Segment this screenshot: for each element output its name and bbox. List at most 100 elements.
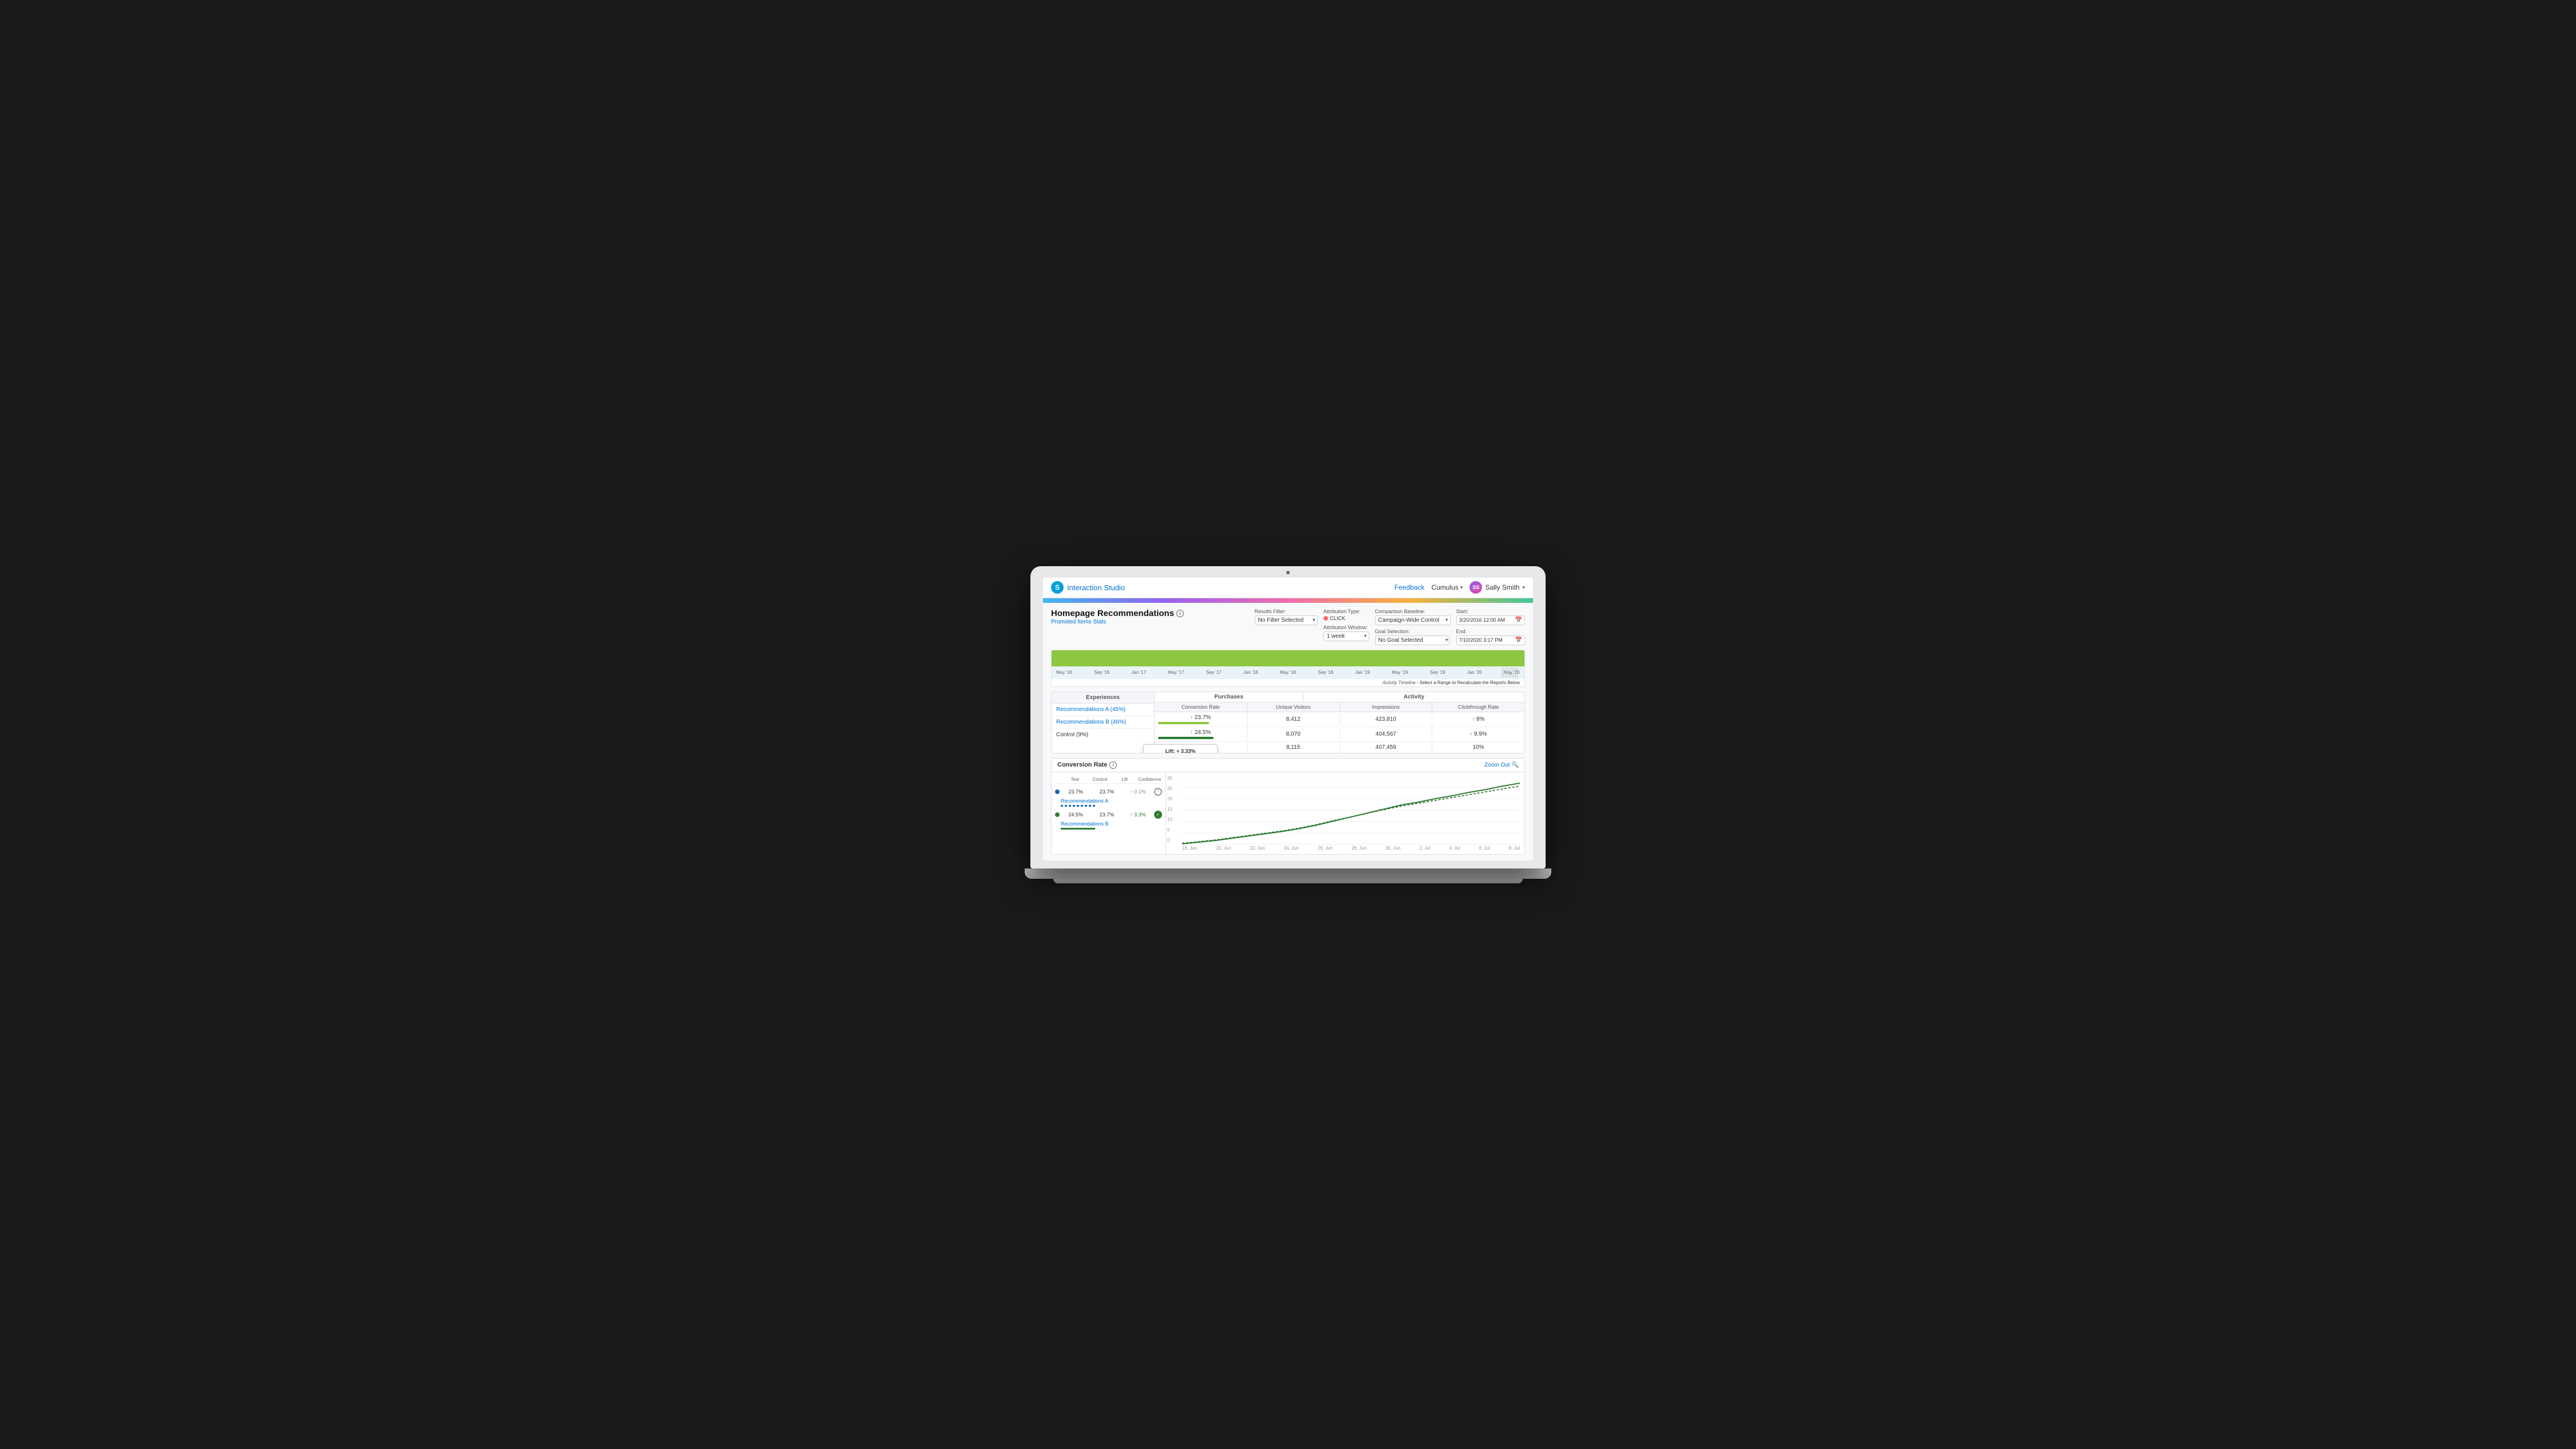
goal-selection-select-wrapper: No Goal Selected (1375, 635, 1451, 645)
chart-svg-element (1182, 776, 1520, 844)
conv-a-conf: ? (1154, 788, 1162, 796)
user-name: Sally Smith (1485, 583, 1519, 591)
page-info-icon[interactable]: i (1176, 610, 1184, 617)
attribution-window-label: Attribution Window: (1323, 625, 1369, 630)
exp-row-ctrl-name: Control (9%) (1052, 729, 1154, 741)
page-subtitle[interactable]: Promoted Items Stats (1051, 619, 1184, 625)
exp-a-impressions: 423,810 (1340, 714, 1433, 725)
exp-row-b-name[interactable]: Recommendations B (46%) (1052, 716, 1154, 729)
cumulus-label: Cumulus (1432, 583, 1459, 591)
cumulus-dropdown[interactable]: Cumulus ▾ (1432, 583, 1463, 591)
conv-body: Test Control Lift Confidence 23.7% (1052, 772, 1524, 854)
end-label: End: (1456, 629, 1525, 634)
app: S Interaction Studio Feedback Cumulus ▾ … (1043, 578, 1533, 860)
laptop-base-bottom (1053, 879, 1523, 883)
results-filter-label: Results Filter: (1255, 609, 1318, 614)
conv-th-conf: Confidence (1137, 777, 1162, 782)
timeline-axis[interactable]: May '16 Sep '16 Jan '17 May '17 Sep '17 … (1052, 666, 1524, 679)
exp-b-ctr: ↑ 9.9% (1432, 729, 1524, 740)
results-filter-select[interactable]: No Filter Selected (1255, 615, 1318, 625)
sub-header-visitors: Unique Visitors (1247, 702, 1340, 712)
conv-th-test: Test (1062, 777, 1087, 782)
laptop-screen: S Interaction Studio Feedback Cumulus ▾ … (1043, 578, 1533, 860)
conv-b-test: 24.5% (1061, 812, 1091, 818)
exp-ctrl-visitors: 8,115 (1247, 742, 1340, 753)
exp-row-a: ↑ 23.7% 8,412 423,810 ↑ 8% (1155, 712, 1524, 727)
avatar: SS (1469, 581, 1482, 594)
attribution-window-select[interactable]: 1 week (1323, 631, 1369, 641)
start-label: Start: (1456, 609, 1525, 614)
timeline-green-bar[interactable] (1052, 650, 1524, 666)
page-title-area: Homepage Recommendations i Promoted Item… (1051, 609, 1184, 625)
feedback-link[interactable]: Feedback (1394, 583, 1425, 591)
chart-x-labels: 18. Jun 20. Jun 22. Jun 24. Jun 26. Jun … (1182, 846, 1520, 851)
page-title: Homepage Recommendations i (1051, 609, 1184, 618)
nav-right: Feedback Cumulus ▾ SS Sally Smith ▾ (1394, 581, 1525, 594)
attribution-type-value: CLICK (1323, 615, 1369, 621)
exp-row-a-name[interactable]: Recommendations A (45%) (1052, 704, 1154, 716)
laptop-base (1025, 868, 1551, 879)
comparison-baseline-group: Comparison Baseline: Campaign-Wide Contr… (1375, 609, 1451, 645)
chart-line-b (1182, 783, 1520, 844)
timeline-label-8: Jan '19 (1356, 670, 1370, 675)
sub-header-ctr: Clickthrough Rate (1432, 702, 1524, 712)
comparison-baseline-label: Comparison Baseline: (1375, 609, 1451, 614)
attribution-type-group: Attribution Type: CLICK Attribution Wind… (1323, 609, 1369, 641)
end-date-input-wrapper: 📅 (1456, 635, 1525, 645)
conv-data-row-b: 24.5% 23.7% ↑ 3.3% ✓ (1055, 809, 1162, 820)
conv-table-headers: Test Control Lift Confidence (1055, 776, 1162, 784)
end-calendar-icon[interactable]: 📅 (1515, 637, 1522, 643)
conv-a-label: Recommendations A (1061, 798, 1162, 804)
exp-ctrl-ctr: 10% (1432, 742, 1524, 753)
conv-header: Conversion Rate i Zoom Out 🔍 (1052, 759, 1524, 772)
exp-ctrl-impressions: 407,459 (1340, 742, 1433, 753)
chart-y-labels: 30 25 20 15 10 5 0 (1166, 776, 1178, 843)
user-menu[interactable]: SS Sally Smith ▾ (1469, 581, 1525, 594)
conv-a-line-sample (1061, 805, 1095, 807)
start-calendar-icon[interactable]: 📅 (1515, 617, 1522, 623)
end-date-input[interactable] (1459, 637, 1514, 643)
results-filter-select-wrapper: No Filter Selected (1255, 615, 1318, 625)
zoom-icon: 🔍 (1512, 762, 1519, 768)
timeline-section: May '16 Sep '16 Jan '17 May '17 Sep '17 … (1051, 650, 1525, 687)
sub-header-conv: Conversion Rate (1155, 702, 1247, 712)
comparison-baseline-select-wrapper: Campaign-Wide Control (1375, 615, 1451, 625)
exp-b-conv: ↑ 24.5% Lift: + 3.33% Confidence: 88 (1155, 727, 1247, 741)
timeline-label-7: Sep '18 (1318, 670, 1333, 675)
timeline-note: Activity Timeline - Select a Range to Re… (1052, 679, 1524, 686)
attribution-window-select-wrapper: 1 week (1323, 631, 1369, 641)
conv-a-control: 23.7% (1092, 789, 1121, 795)
conv-table: Test Control Lift Confidence 23.7% (1052, 772, 1166, 854)
goal-selection-select[interactable]: No Goal Selected (1375, 635, 1449, 645)
timeline-label-10: Sep '19 (1430, 670, 1445, 675)
exp-data-area: Purchases Activity Conversion Rate Uniqu… (1155, 692, 1524, 753)
conv-b-conf: ✓ (1154, 811, 1162, 819)
timeline-label-0: May '16 (1056, 670, 1072, 675)
start-date-input-wrapper: 📅 (1456, 615, 1525, 625)
controls-area: Results Filter: No Filter Selected Attri… (1255, 609, 1525, 645)
goal-selection-label: Goal Selection: (1375, 629, 1451, 634)
timeline-handle[interactable] (1502, 668, 1519, 678)
sub-header-impressions: Impressions (1340, 702, 1433, 712)
conv-info-icon[interactable]: i (1109, 761, 1117, 769)
exp-experiences-column: Experiences Recommendations A (45%) Reco… (1052, 692, 1155, 753)
exp-b-visitors: 8,070 (1247, 729, 1340, 740)
timeline-label-6: May '18 (1280, 670, 1296, 675)
chart-area: 30 25 20 15 10 5 0 (1166, 772, 1524, 854)
timeline-labels: May '16 Sep '16 Jan '17 May '17 Sep '17 … (1052, 670, 1524, 675)
conv-a-test: 23.7% (1061, 789, 1091, 795)
tooltip-lift: Lift: + 3.33% (1148, 748, 1212, 753)
experiment-table: Experiences Recommendations A (45%) Reco… (1051, 692, 1525, 753)
start-date-input[interactable] (1459, 617, 1514, 623)
camera-dot (1286, 571, 1290, 574)
conv-dot-b (1055, 812, 1060, 817)
zoom-out-button[interactable]: Zoom Out 🔍 (1484, 762, 1519, 768)
brand-name: Interaction Studio (1067, 583, 1125, 592)
timeline-label-3: May '17 (1168, 670, 1184, 675)
results-filter-group: Results Filter: No Filter Selected (1255, 609, 1318, 625)
attribution-type-label: Attribution Type: (1323, 609, 1369, 614)
timeline-label-4: Sep '17 (1206, 670, 1222, 675)
page-header: Homepage Recommendations i Promoted Item… (1051, 609, 1525, 645)
conv-b-lift: ↑ 3.3% (1123, 812, 1153, 818)
comparison-baseline-select[interactable]: Campaign-Wide Control (1375, 615, 1451, 625)
